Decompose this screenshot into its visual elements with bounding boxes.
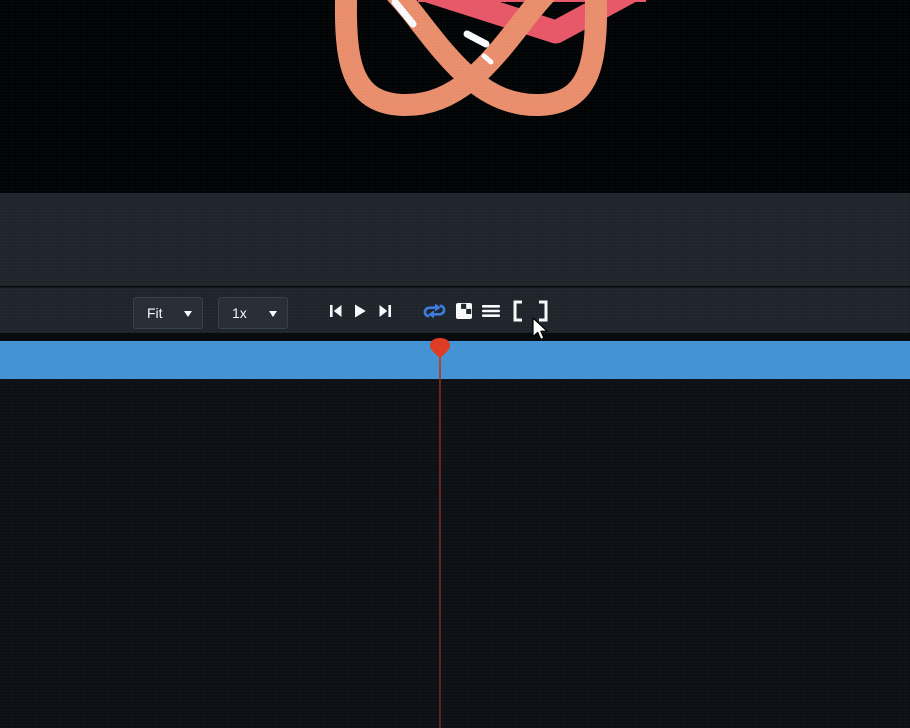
bracket-in-icon xyxy=(511,300,525,322)
zoom-fit-dropdown[interactable]: Fit xyxy=(133,297,203,329)
play-icon xyxy=(352,303,368,319)
playhead-marker[interactable] xyxy=(429,337,451,361)
mark-in-button[interactable] xyxy=(506,299,530,323)
toolbar-timeline-divider xyxy=(0,333,910,341)
loop-icon xyxy=(423,301,446,321)
playback-speed-value: 1x xyxy=(232,305,247,321)
skip-to-start-icon xyxy=(328,303,344,319)
player-toolbar: Fit 1x xyxy=(0,287,910,333)
zoom-fit-value: Fit xyxy=(147,305,163,321)
animation-player-window: Fit 1x xyxy=(0,0,910,728)
background-toggle-button[interactable] xyxy=(452,299,476,323)
play-button[interactable] xyxy=(348,299,372,323)
playhead-line xyxy=(439,354,441,728)
mouse-cursor xyxy=(532,317,549,341)
chevron-down-icon xyxy=(269,311,277,321)
chevron-down-icon xyxy=(184,311,192,321)
menu-button[interactable] xyxy=(479,299,503,323)
loop-toggle-button[interactable] xyxy=(422,299,446,323)
hamburger-icon xyxy=(482,304,500,318)
skip-to-end-icon xyxy=(377,303,393,319)
checkerboard-icon xyxy=(455,302,473,320)
playback-speed-dropdown[interactable]: 1x xyxy=(218,297,288,329)
skip-to-start-button[interactable] xyxy=(324,299,348,323)
timeline-track[interactable] xyxy=(0,341,910,379)
timeline-body xyxy=(0,379,910,728)
skip-to-end-button[interactable] xyxy=(373,299,397,323)
preview-panel xyxy=(0,193,910,286)
animation-preview xyxy=(0,0,910,193)
animation-stage xyxy=(0,0,910,193)
knot-dash-2 xyxy=(467,34,486,44)
